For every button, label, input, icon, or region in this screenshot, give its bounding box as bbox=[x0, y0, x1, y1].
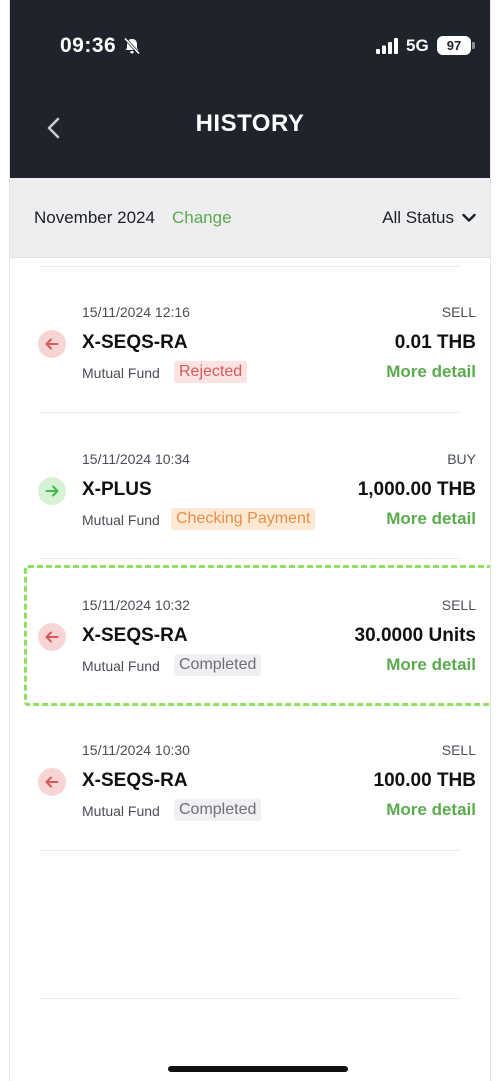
highlight-box bbox=[24, 565, 493, 706]
bell-slash-icon bbox=[123, 37, 141, 55]
status-badge: Completed bbox=[174, 799, 262, 821]
transaction-side: BUY bbox=[447, 451, 476, 467]
list-divider bbox=[40, 266, 460, 267]
arrow-right-icon bbox=[38, 477, 66, 505]
status-badge: Rejected bbox=[174, 361, 248, 383]
list-divider bbox=[40, 412, 460, 413]
selected-month: November 2024 bbox=[34, 208, 155, 227]
fund-name: X-PLUS bbox=[82, 479, 152, 500]
chevron-down-icon bbox=[462, 213, 476, 222]
more-detail-link[interactable]: More detail bbox=[386, 362, 476, 382]
battery-level: 97 bbox=[437, 36, 471, 55]
fund-type: Mutual Fund bbox=[82, 512, 160, 528]
network-type: 5G bbox=[406, 36, 429, 55]
list-divider bbox=[40, 850, 460, 851]
fund-name: X-SEQS-RA bbox=[82, 332, 188, 353]
more-detail-link[interactable]: More detail bbox=[386, 509, 476, 529]
cell-signal-icon bbox=[376, 38, 398, 54]
battery-cap bbox=[472, 42, 475, 49]
top-bar: 09:36 5G 97 HISTORY bbox=[10, 0, 490, 178]
list-divider bbox=[40, 998, 460, 999]
status-filter-dropdown[interactable]: All Status bbox=[382, 208, 476, 228]
transaction-amount: 1,000.00 THB bbox=[357, 479, 476, 500]
arrow-left-icon bbox=[38, 768, 66, 796]
fund-type: Mutual Fund bbox=[82, 803, 160, 819]
status-badge: Checking Payment bbox=[171, 508, 316, 530]
transaction-amount: 0.01 THB bbox=[394, 332, 476, 353]
frame-edge-right bbox=[490, 0, 500, 1081]
transaction-datetime: 15/11/2024 12:16 bbox=[82, 304, 190, 320]
frame-edge-left bbox=[0, 0, 10, 1081]
transaction-datetime: 15/11/2024 10:34 bbox=[82, 451, 190, 467]
status-time: 09:36 bbox=[60, 34, 117, 57]
more-detail-link[interactable]: More detail bbox=[386, 800, 476, 820]
list-divider bbox=[40, 558, 460, 559]
status-filter-label: All Status bbox=[382, 208, 454, 227]
transaction-row[interactable]: 15/11/2024 10:34 BUY X-PLUS 1,000.00 THB… bbox=[10, 451, 490, 581]
transaction-datetime: 15/11/2024 10:30 bbox=[82, 742, 190, 758]
transaction-row[interactable]: 15/11/2024 10:30 SELL X-SEQS-RA 100.00 T… bbox=[10, 742, 490, 872]
change-month-link[interactable]: Change bbox=[172, 208, 232, 228]
fund-type: Mutual Fund bbox=[82, 365, 160, 381]
filter-bar: November 2024 Change All Status bbox=[10, 178, 490, 258]
arrow-left-icon bbox=[38, 330, 66, 358]
transaction-row[interactable]: 15/11/2024 12:16 SELL X-SEQS-RA 0.01 THB… bbox=[10, 304, 490, 434]
transaction-side: SELL bbox=[441, 304, 476, 320]
home-indicator bbox=[168, 1066, 348, 1072]
fund-name: X-SEQS-RA bbox=[82, 770, 188, 791]
transaction-amount: 100.00 THB bbox=[373, 770, 476, 791]
status-bar: 09:36 5G 97 bbox=[10, 0, 490, 90]
transaction-side: SELL bbox=[441, 742, 476, 758]
page-title: HISTORY bbox=[195, 110, 305, 137]
